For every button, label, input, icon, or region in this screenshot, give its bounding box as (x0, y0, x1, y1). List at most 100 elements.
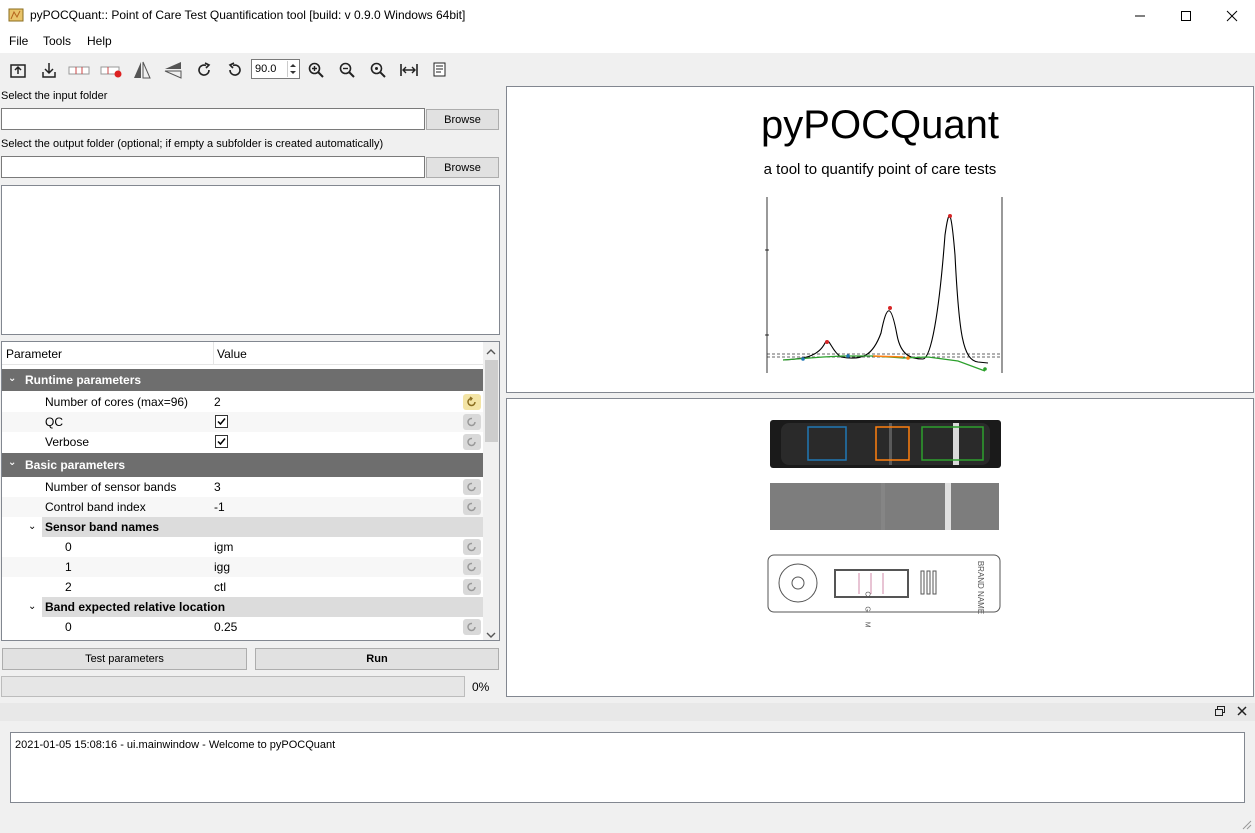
reset-icon[interactable] (463, 394, 481, 410)
qc-checkbox[interactable] (215, 415, 228, 428)
reset-icon[interactable] (463, 499, 481, 515)
close-icon[interactable] (1209, 0, 1255, 31)
input-browse-button[interactable]: Browse (426, 109, 499, 130)
image-list[interactable] (1, 185, 500, 335)
log-dock-title (0, 703, 1255, 721)
col-parameter-header[interactable]: Parameter (6, 347, 62, 361)
scroll-down-icon[interactable] (486, 628, 496, 640)
fit-width-icon[interactable] (398, 59, 420, 81)
band-name-row[interactable]: 0 igm (2, 537, 483, 557)
toolbar (0, 54, 1255, 85)
log-icon[interactable] (429, 59, 451, 81)
expected-loc-value[interactable]: 0.25 (214, 620, 237, 634)
output-folder-label: Select the output folder (optional; if e… (1, 138, 384, 150)
cores-value[interactable]: 2 (214, 395, 221, 409)
cores-label: Number of cores (max=96) (45, 395, 189, 409)
open-folder-icon[interactable] (7, 59, 29, 81)
cores-row[interactable]: Number of cores (max=96) 2 (2, 392, 483, 412)
reset-icon[interactable] (463, 579, 481, 595)
collapse-arrow-icon[interactable]: ⌄ (28, 521, 36, 532)
splash-subtitle: a tool to quantify point of care tests (763, 161, 997, 178)
rotate-right-icon[interactable] (193, 59, 215, 81)
float-icon[interactable] (1214, 705, 1226, 720)
window-title: pyPOCQuant:: Point of Care Test Quantifi… (30, 8, 466, 22)
reset-icon[interactable] (463, 479, 481, 495)
control-index-value[interactable]: -1 (214, 500, 225, 514)
reset-icon[interactable] (463, 559, 481, 575)
runtime-group-row[interactable]: ⌄ Runtime parameters (2, 369, 483, 391)
expected-loc-label: Band expected relative location (45, 600, 226, 614)
strip-bands-preview (770, 420, 1001, 468)
tree-header: Parameter Value (2, 342, 483, 365)
log-line: 2021-01-05 15:08:16 - ui.mainwindow - We… (15, 739, 336, 751)
resize-grip-icon[interactable] (1240, 818, 1252, 833)
band-name-value[interactable]: igg (214, 560, 230, 574)
verbose-label: Verbose (45, 435, 90, 449)
progress-text: 0% (472, 680, 490, 694)
header-divider (213, 342, 214, 364)
control-index-row[interactable]: Control band index -1 (2, 497, 483, 517)
maximize-icon[interactable] (1163, 0, 1209, 31)
qc-label: QC (45, 415, 63, 429)
col-value-header[interactable]: Value (217, 347, 247, 361)
test-parameters-button[interactable]: Test parameters (2, 648, 247, 670)
rotation-value: 90.0 (255, 63, 277, 75)
runtime-group-label: Runtime parameters (25, 373, 142, 387)
zoom-in-icon[interactable] (305, 59, 327, 81)
reset-icon[interactable] (463, 619, 481, 635)
rotate-left-icon[interactable] (224, 59, 246, 81)
band-name-value[interactable]: ctl (214, 580, 226, 594)
tree-scroll-thumb[interactable] (485, 360, 498, 442)
band-names-label: Sensor band names (45, 520, 160, 534)
reset-icon[interactable] (463, 434, 481, 450)
reset-icon[interactable] (463, 414, 481, 430)
band-name-row[interactable]: 1 igg (2, 557, 483, 577)
expected-loc-index: 0 (65, 620, 72, 634)
collapse-arrow-icon[interactable]: ⌄ (28, 601, 36, 612)
num-bands-label: Number of sensor bands (45, 480, 177, 494)
collapse-arrow-icon[interactable]: ⌄ (8, 457, 16, 468)
menu-tools[interactable]: Tools (43, 34, 71, 48)
input-folder-field[interactable] (1, 108, 425, 130)
minimize-icon[interactable] (1117, 0, 1163, 31)
log-area[interactable]: 2021-01-05 15:08:16 - ui.mainwindow - We… (10, 732, 1245, 803)
strip-panel: BRAND NAME C G M (506, 398, 1254, 697)
mirror-horizontal-icon[interactable] (162, 59, 184, 81)
num-bands-row[interactable]: Number of sensor bands 3 (2, 477, 483, 497)
zoom-out-icon[interactable] (336, 59, 358, 81)
qc-row[interactable]: QC (2, 412, 483, 432)
verbose-row[interactable]: Verbose (2, 432, 483, 452)
cassette-illustration (767, 554, 1001, 613)
output-browse-button[interactable]: Browse (426, 157, 499, 178)
num-bands-value[interactable]: 3 (214, 480, 221, 494)
select-strip-icon[interactable] (68, 59, 90, 81)
spin-arrows-icon[interactable] (287, 61, 298, 77)
save-icon[interactable] (38, 59, 60, 81)
reset-icon[interactable] (463, 539, 481, 555)
delete-strip-icon[interactable] (100, 59, 122, 81)
band-name-row[interactable]: 2 ctl (2, 577, 483, 597)
output-folder-field[interactable] (1, 156, 425, 178)
cassette-brand-text: BRAND NAME (976, 560, 986, 615)
band-names-row[interactable]: Sensor band names (42, 517, 483, 537)
dock-close-icon[interactable] (1236, 705, 1248, 720)
zoom-reset-icon[interactable] (367, 59, 389, 81)
scroll-up-icon[interactable] (486, 345, 496, 359)
app-logo-icon (8, 7, 24, 23)
band-name-index: 1 (65, 560, 72, 574)
verbose-checkbox[interactable] (215, 435, 228, 448)
menu-help[interactable]: Help (87, 34, 112, 48)
collapse-arrow-icon[interactable]: ⌄ (8, 373, 16, 384)
menu-file[interactable]: File (9, 34, 28, 48)
cassette-lanes-text: C G M (863, 591, 871, 632)
strip-aligned-preview (770, 483, 999, 530)
control-index-label: Control band index (45, 500, 146, 514)
mirror-vertical-icon[interactable] (131, 59, 153, 81)
expected-loc-row[interactable]: Band expected relative location (42, 597, 483, 617)
rotation-spinbox[interactable]: 90.0 (251, 59, 300, 79)
band-name-value[interactable]: igm (214, 540, 233, 554)
parameter-tree[interactable]: Parameter Value ⌄ Runtime parameters Num… (1, 341, 500, 641)
expected-loc-item-row[interactable]: 0 0.25 (2, 617, 483, 637)
basic-group-row[interactable]: ⌄ Basic parameters (2, 453, 483, 477)
run-button[interactable]: Run (255, 648, 499, 670)
